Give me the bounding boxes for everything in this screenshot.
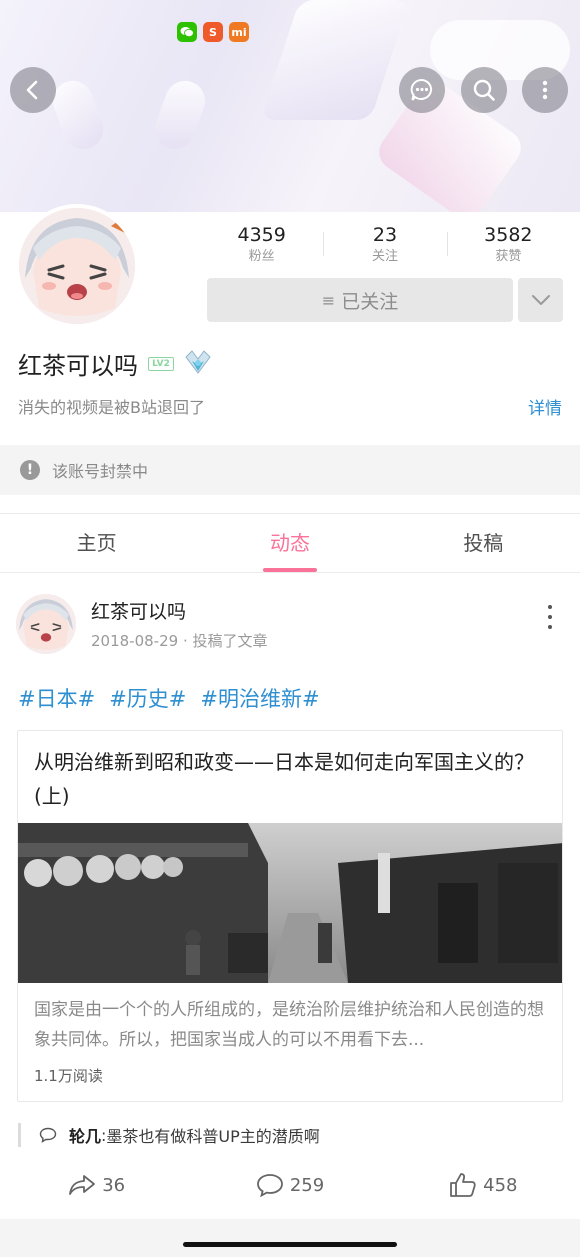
username-row: 红茶可以吗 LV2	[18, 346, 212, 381]
topic-tag[interactable]: #日本#	[18, 683, 95, 713]
tab-dynamics[interactable]: 动态	[193, 514, 386, 572]
notice-text: 该账号封禁中	[52, 462, 149, 481]
avatar-image	[16, 594, 76, 654]
post-actions: 36 259 458	[0, 1165, 580, 1205]
share-count: 36	[102, 1174, 126, 1196]
share-icon	[69, 1175, 96, 1195]
post-meta: 2018-08-29 · 投稿了文章	[91, 630, 268, 651]
banner-decoration	[47, 75, 109, 155]
post-tags: #日本# #历史# #明治维新#	[18, 683, 320, 713]
banner-decoration	[260, 0, 410, 120]
likes-count: 3582	[484, 224, 533, 246]
message-button[interactable]	[399, 67, 445, 113]
following-stat[interactable]: 23 关注	[323, 222, 446, 268]
post-action: 投稿了文章	[192, 632, 268, 650]
profile-tabs: 主页 动态 投稿	[0, 513, 580, 573]
likes-stat[interactable]: 3582 获赞	[446, 222, 570, 268]
topic-tag[interactable]: #历史#	[109, 683, 186, 713]
comment-icon	[39, 1127, 57, 1143]
comment-icon	[256, 1174, 283, 1197]
medal-icon	[184, 349, 212, 379]
post-date: 2018-08-29	[91, 632, 179, 650]
status-bar-icons: S mi	[177, 22, 249, 42]
warning-icon: !	[20, 460, 40, 480]
sogou-s-icon: S	[203, 22, 223, 42]
article-title: 从明治维新到昭和政变——日本是如何走向军国主义的？(上)	[34, 750, 534, 808]
likes-label: 获赞	[495, 249, 522, 264]
post-author-avatar[interactable]	[16, 594, 76, 654]
fans-label: 粉丝	[248, 249, 275, 264]
fans-count: 4359	[237, 224, 286, 246]
article-cover-image	[18, 823, 562, 983]
tab-contributions[interactable]: 投稿	[387, 514, 580, 572]
post-author-name[interactable]: 红茶可以吗	[91, 597, 186, 624]
detail-link[interactable]: 详情	[528, 394, 562, 419]
article-description: 国家是由一个个的人所组成的，是统治阶层维护统治和人民创造的想象共同体。所以，把国…	[34, 1000, 544, 1050]
account-banned-notice: ! 该账号封禁中	[0, 445, 580, 495]
chevron-left-icon	[26, 80, 38, 100]
level-badge: LV2	[148, 356, 174, 371]
meta-separator: ·	[182, 632, 193, 650]
following-count: 23	[372, 224, 398, 246]
avatar[interactable]	[15, 204, 139, 328]
username: 红茶可以吗	[18, 352, 138, 380]
comment-text: 墨茶也有做科普UP主的潜质啊	[106, 1127, 320, 1146]
profile-stats: 4359 粉丝 23 关注 3582 获赞	[200, 222, 570, 268]
comment-count: 259	[289, 1174, 325, 1196]
search-button[interactable]	[461, 67, 507, 113]
signature: 消失的视频是被B站退回了	[18, 398, 205, 417]
article-read-count: 1.1万阅读	[34, 1067, 103, 1085]
followed-label: 已关注	[341, 290, 399, 313]
fans-stat[interactable]: 4359 粉丝	[200, 222, 323, 268]
dynamic-post-card: 红茶可以吗 2018-08-29 · 投稿了文章 #日本# #历史# #明治维新…	[0, 573, 580, 1223]
header-banner: S mi	[0, 0, 580, 212]
menu-lines-icon: ≡	[321, 290, 336, 310]
tab-home[interactable]: 主页	[0, 514, 193, 572]
mi-icon: mi	[229, 22, 249, 42]
chevron-down-icon	[531, 295, 550, 305]
home-indicator[interactable]	[183, 1242, 397, 1247]
search-icon	[473, 79, 495, 101]
avatar-image	[19, 208, 135, 324]
banner-decoration	[149, 75, 211, 155]
more-options-button[interactable]	[522, 67, 568, 113]
hot-comment[interactable]: 轮几 : 墨茶也有做科普UP主的潜质啊	[18, 1123, 320, 1147]
comment-button[interactable]: 259	[193, 1165, 386, 1205]
followed-button[interactable]: ≡ 已关注	[207, 278, 513, 322]
post-more-button[interactable]	[540, 605, 560, 629]
follow-dropdown-button[interactable]	[518, 278, 563, 322]
comment-user[interactable]: 轮几	[69, 1123, 101, 1147]
thumbs-up-icon	[450, 1173, 476, 1197]
topic-tag[interactable]: #明治维新#	[200, 683, 319, 713]
more-vertical-icon	[542, 80, 548, 100]
back-button[interactable]	[10, 67, 56, 113]
chat-bubble-icon	[410, 78, 433, 101]
like-count: 458	[483, 1174, 518, 1196]
share-button[interactable]: 36	[0, 1165, 193, 1205]
article-card[interactable]: 从明治维新到昭和政变——日本是如何走向军国主义的？(上) 国家是由一个个的人所组…	[17, 730, 563, 1102]
dot	[548, 615, 552, 619]
wechat-icon	[177, 22, 197, 42]
like-button[interactable]: 458	[387, 1165, 580, 1205]
dot	[548, 605, 552, 609]
feed-separator	[0, 1219, 580, 1257]
dot	[548, 625, 552, 629]
following-label: 关注	[371, 249, 398, 264]
